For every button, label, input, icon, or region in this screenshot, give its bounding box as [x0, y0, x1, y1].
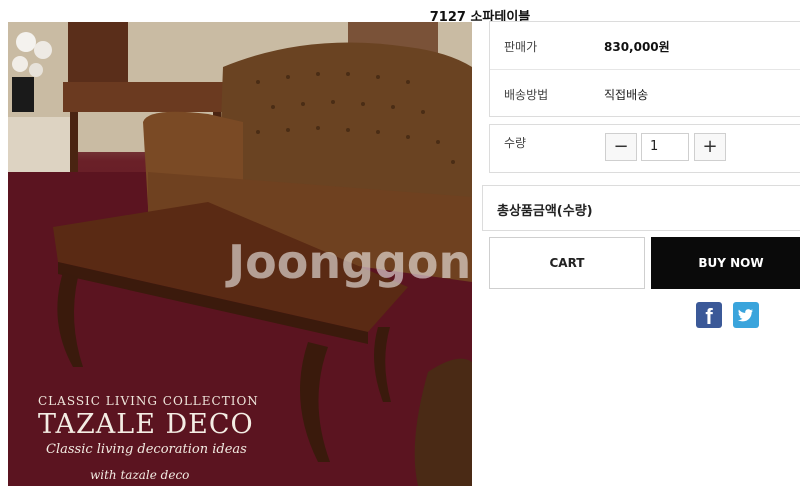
quantity-plus-button[interactable]: + — [694, 133, 726, 161]
total-amount-box: 총상품금액(수량) — [482, 185, 800, 231]
cart-button[interactable]: CART — [489, 237, 645, 289]
product-info-box: 판매가 830,000원 배송방법 직접배송 — [489, 21, 800, 117]
brand-tagline-text: Classic living decoration ideas — [46, 442, 247, 457]
brand-name-text: TAZALE DECO — [38, 409, 254, 440]
product-image: Joonggon CLASSIC LIVING COLLECTION TAZAL… — [8, 22, 472, 486]
shipping-label: 배송방법 — [504, 88, 549, 102]
price-label: 판매가 — [504, 40, 538, 54]
shipping-value: 직접배송 — [604, 88, 649, 102]
buy-now-button[interactable]: BUY NOW — [651, 237, 800, 289]
vase — [12, 77, 34, 112]
price-value: 830,000원 — [604, 40, 670, 54]
chair — [68, 22, 128, 92]
brand-collection-text: CLASSIC LIVING COLLECTION — [38, 394, 259, 408]
twitter-share-icon[interactable] — [733, 302, 759, 328]
desk — [63, 82, 238, 112]
quantity-minus-button[interactable]: − — [605, 133, 637, 161]
total-amount-label: 총상품금액(수량) — [497, 204, 593, 219]
shipping-row: 배송방법 직접배송 — [490, 69, 800, 117]
quantity-input[interactable]: 1 — [641, 133, 689, 161]
quantity-label: 수량 — [504, 136, 527, 150]
price-row: 판매가 830,000원 — [490, 22, 800, 69]
watermark-text: Joonggon — [228, 235, 472, 289]
facebook-share-icon[interactable]: f — [696, 302, 722, 329]
twitter-bird-icon — [738, 309, 753, 322]
brand-tagline2-text: with tazale deco — [90, 468, 190, 482]
